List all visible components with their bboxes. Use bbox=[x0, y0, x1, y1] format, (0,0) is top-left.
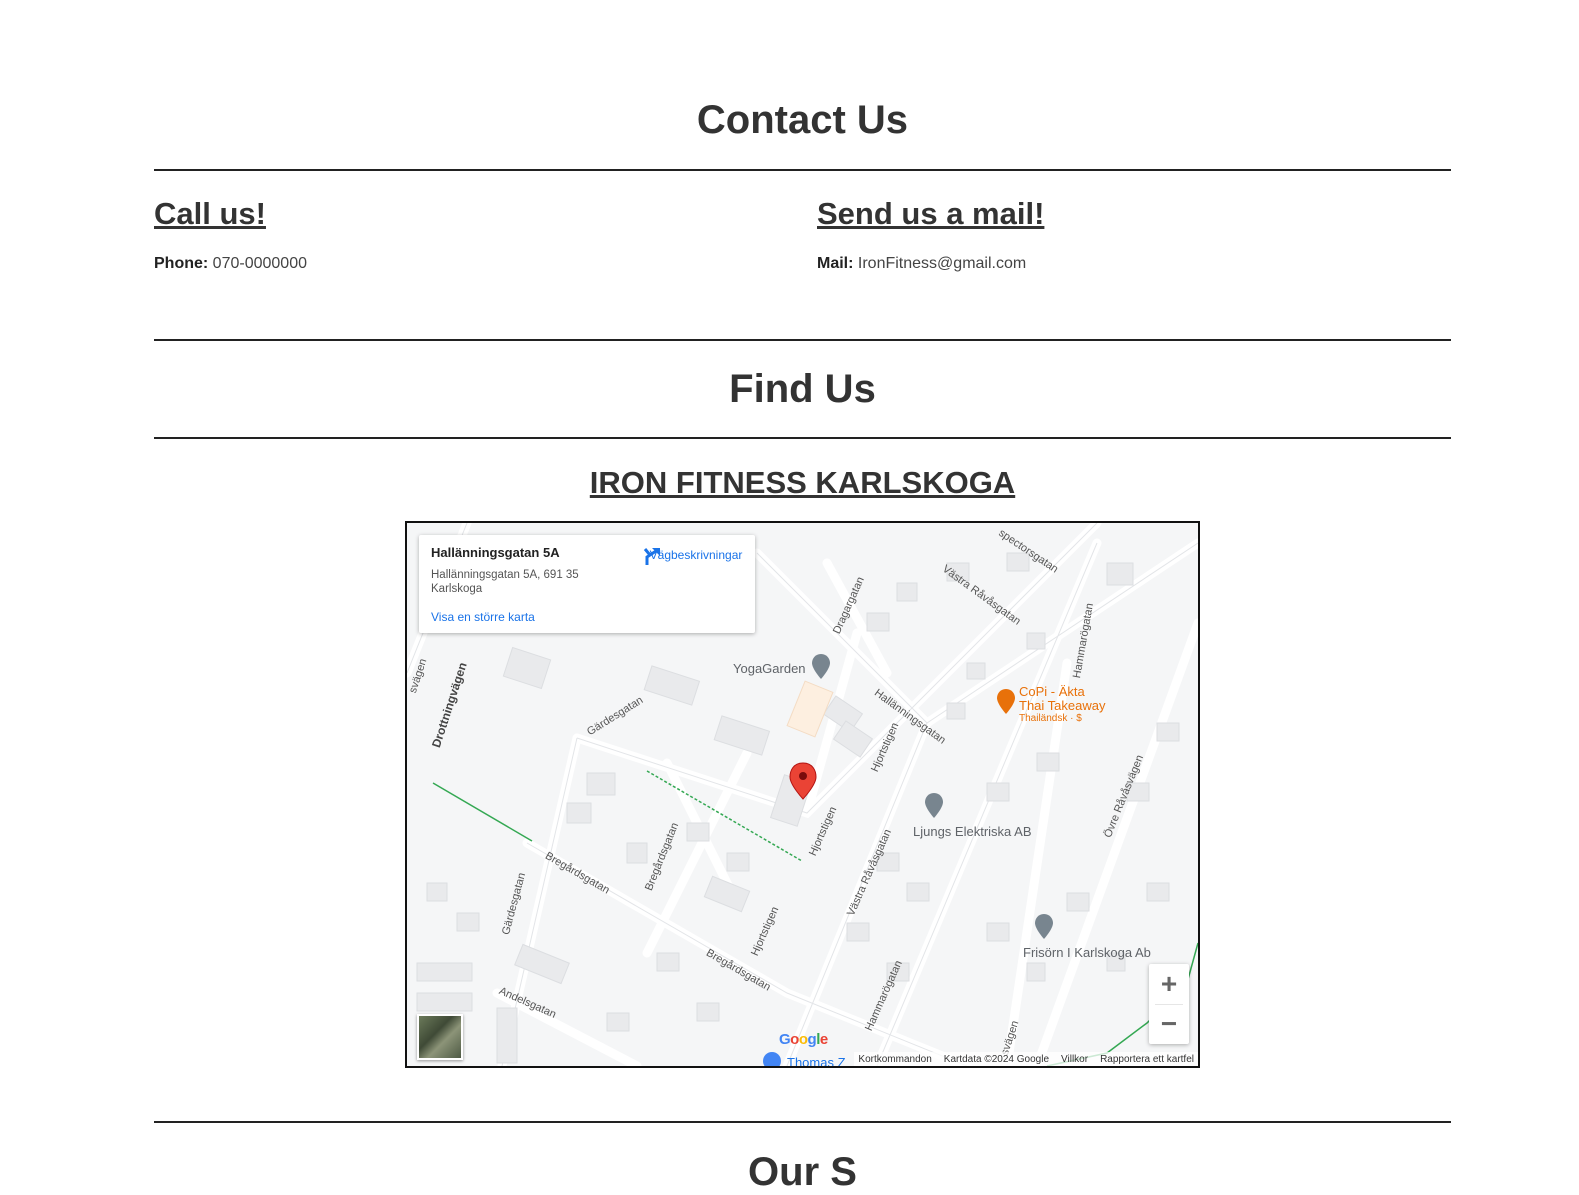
place-info-card: Hallänningsgatan 5A Hallänningsgatan 5A,… bbox=[419, 535, 755, 633]
phone-value: 070-0000000 bbox=[212, 255, 307, 272]
divider bbox=[154, 1121, 1451, 1123]
divider bbox=[154, 437, 1451, 439]
larger-map-link[interactable]: Visa en större karta bbox=[431, 610, 535, 624]
zoom-control: + − bbox=[1149, 964, 1189, 1044]
mail-heading: Send us a mail! bbox=[817, 196, 1045, 231]
place-address: Hallänningsgatan 5A, 691 35 Karlskoga bbox=[431, 569, 579, 595]
divider bbox=[154, 339, 1451, 341]
directions-icon bbox=[643, 548, 660, 565]
terms-link[interactable]: Villkor bbox=[1061, 1054, 1088, 1065]
call-heading: Call us! bbox=[154, 196, 266, 231]
zoom-separator bbox=[1155, 1004, 1183, 1005]
embedded-map[interactable]: Drottningvägen Gärdesgatan Gärdesgatan B… bbox=[405, 521, 1200, 1068]
mail-label: Mail: bbox=[817, 255, 854, 272]
poi-copi[interactable]: CoPi - Äkta Thai Takeaway Thailändsk · $ bbox=[1019, 685, 1105, 725]
find-title: Find Us bbox=[729, 367, 876, 411]
divider bbox=[154, 169, 1451, 171]
poi-ljungs[interactable]: Ljungs Elektriska AB bbox=[913, 824, 1032, 839]
poi-yogagarden[interactable]: YogaGarden bbox=[733, 661, 806, 676]
mail-value: IronFitness@gmail.com bbox=[857, 255, 1027, 272]
poi-frisorn[interactable]: Frisörn I Karlskoga Ab bbox=[1023, 945, 1151, 960]
report-error-link[interactable]: Rapportera ett kartfel bbox=[1100, 1054, 1194, 1065]
phone-line: Phone: 070-0000000 bbox=[154, 255, 307, 273]
poi-copi-name-2: Thai Takeaway bbox=[1019, 698, 1106, 713]
zoom-out-button[interactable]: − bbox=[1149, 1004, 1189, 1044]
poi-copi-category: Thailändsk · $ bbox=[1019, 713, 1082, 724]
phone-label: Phone: bbox=[154, 255, 209, 272]
poi-copi-name-1: CoPi - Äkta bbox=[1019, 684, 1085, 699]
poi-thomas[interactable]: Thomas Z bbox=[787, 1055, 846, 1066]
zoom-in-button[interactable]: + bbox=[1149, 964, 1189, 1004]
contact-title: Contact Us bbox=[696, 98, 909, 142]
map-data-text: Kartdata ©2024 Google bbox=[943, 1053, 1050, 1065]
map-attribution: Kortkommandon Kartdata ©2024 Google Vill… bbox=[854, 1052, 1198, 1066]
keyboard-shortcuts-link[interactable]: Kortkommandon bbox=[858, 1054, 931, 1065]
location-name: IRON FITNESS KARLSKOGA bbox=[589, 465, 1016, 500]
mail-line: Mail: IronFitness@gmail.com bbox=[817, 255, 1026, 273]
next-section-title: Our S bbox=[748, 1150, 857, 1194]
satellite-toggle-button[interactable] bbox=[417, 1014, 463, 1060]
google-logo: Google bbox=[779, 1031, 828, 1048]
place-title: Hallänningsgatan 5A bbox=[431, 545, 560, 560]
directions-button[interactable]: Vägbeskrivningar bbox=[641, 545, 751, 565]
